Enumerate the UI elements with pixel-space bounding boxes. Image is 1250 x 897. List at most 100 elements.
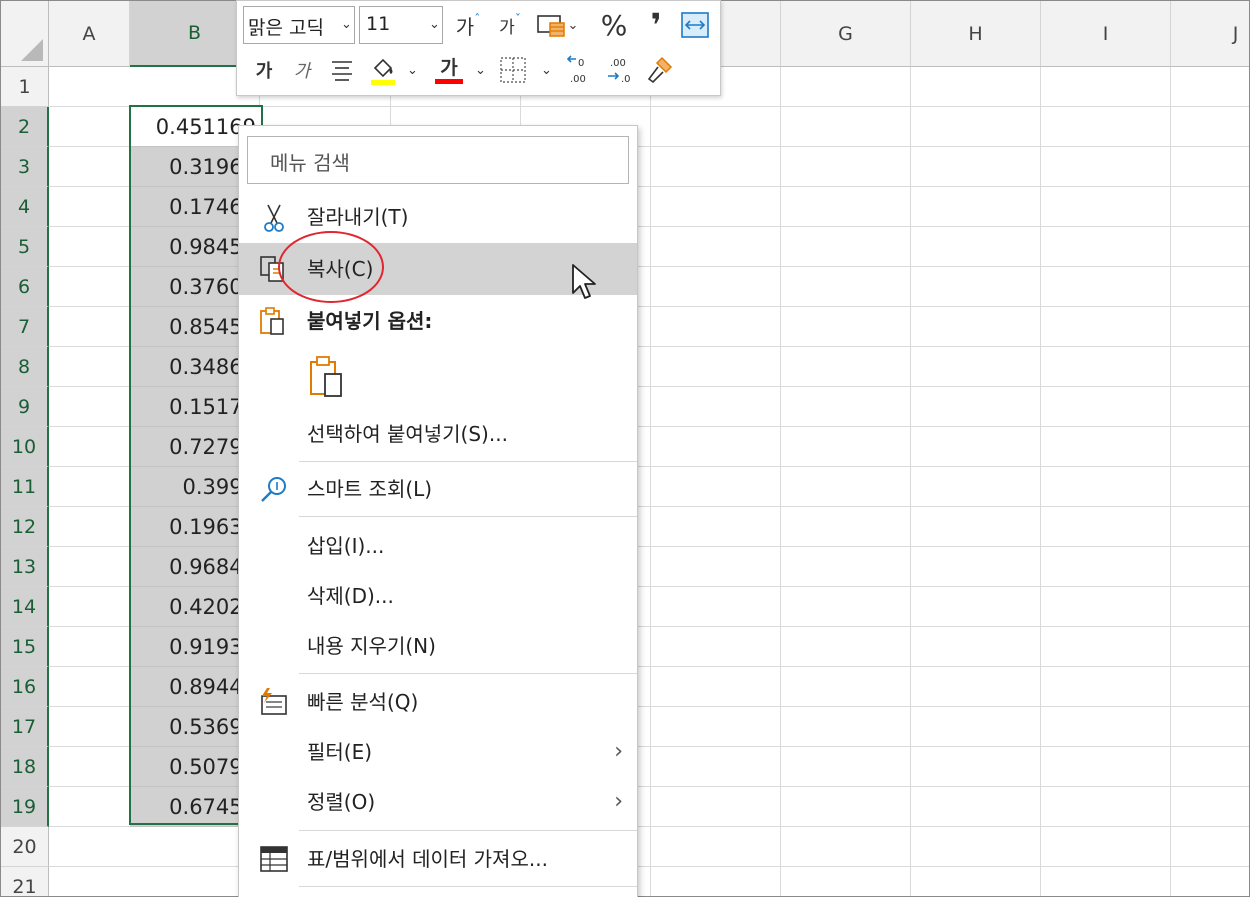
font-color-button[interactable]: 가 (431, 51, 467, 89)
row-header-3[interactable]: 3 (1, 147, 49, 187)
format-painter-icon (647, 56, 673, 84)
menu-item-cut[interactable]: 잘라내기(T) (239, 191, 637, 243)
shrink-font-button[interactable]: 가ˇ (493, 9, 527, 41)
clipboard-icon (260, 307, 284, 335)
menu-item-get-data-from-table-label: 표/범위에서 데이터 가져오... (307, 847, 548, 871)
row-header-20[interactable]: 20 (1, 827, 49, 867)
grow-font-button[interactable]: 가ˆ (451, 9, 485, 41)
column-header-j[interactable]: J (1171, 1, 1249, 67)
svg-text:.00: .00 (570, 74, 586, 85)
font-name-box[interactable]: 맑은 고딕 (243, 6, 355, 44)
menu-item-filter-label: 필터(E) (307, 740, 373, 764)
row-header-8[interactable]: 8 (1, 347, 49, 387)
fill-color-icon (371, 58, 395, 85)
menu-item-copy-label: 복사(C) (307, 257, 374, 281)
row-header-2[interactable]: 2 (1, 107, 49, 147)
menu-item-delete-label: 삭제(D)... (307, 584, 394, 608)
column-header-a[interactable]: A (49, 1, 130, 67)
italic-button[interactable]: 가 (287, 53, 317, 87)
row-header-7[interactable]: 7 (1, 307, 49, 347)
merge-center-button[interactable] (679, 9, 711, 41)
fill-color-dropdown-icon[interactable]: ⌄ (407, 63, 418, 78)
menu-item-get-data-from-table[interactable]: 표/범위에서 데이터 가져오... (239, 833, 637, 885)
menu-search-placeholder: 메뉴 검색 (270, 151, 350, 175)
row-header-12[interactable]: 12 (1, 507, 49, 547)
font-name-dropdown-icon[interactable]: ⌄ (341, 17, 352, 32)
borders-button[interactable] (497, 53, 529, 87)
align-center-icon (332, 61, 352, 81)
font-color-dropdown-icon[interactable]: ⌄ (475, 63, 486, 78)
column-header-h[interactable]: H (911, 1, 1041, 67)
italic-icon: 가 (293, 61, 311, 82)
menu-separator (299, 516, 637, 517)
svg-text:.0: .0 (621, 74, 631, 85)
row-header-21[interactable]: 21 (1, 867, 49, 896)
bold-button[interactable]: 가 (249, 53, 279, 87)
paste-option-default[interactable] (239, 348, 637, 408)
row-header-19[interactable]: 19 (1, 787, 49, 827)
fill-color-button[interactable] (365, 51, 401, 89)
menu-item-smart-lookup[interactable]: 스마트 조회(L) (239, 463, 637, 515)
row-header-13[interactable]: 13 (1, 547, 49, 587)
menu-item-insert[interactable]: 삽입(I)... (239, 520, 637, 572)
row-header-17[interactable]: 17 (1, 707, 49, 747)
comma-icon: ❜ (650, 6, 662, 44)
row-header-4[interactable]: 4 (1, 187, 49, 227)
column-header-i[interactable]: I (1041, 1, 1171, 67)
menu-item-clear-contents[interactable]: 내용 지우기(N) (239, 620, 637, 672)
font-name-value: 맑은 고딕 (248, 17, 324, 39)
row-header-14[interactable]: 14 (1, 587, 49, 627)
menu-item-paste-special[interactable]: 선택하여 붙여넣기(S)... (239, 408, 637, 460)
select-all-corner[interactable] (1, 1, 49, 67)
font-size-dropdown-icon[interactable]: ⌄ (429, 17, 440, 32)
accounting-format-button[interactable]: ⌄ (531, 9, 583, 41)
align-center-button[interactable] (327, 53, 357, 87)
column-header-g[interactable]: G (781, 1, 911, 67)
row-header-11[interactable]: 11 (1, 467, 49, 507)
context-menu: 메뉴 검색 잘라내기(T) 복사(C) 붙여넣기 옵션: 선택하여 붙여넣기(S… (238, 125, 638, 897)
grid-column-line (1170, 67, 1171, 896)
menu-item-sort[interactable]: 정렬(O) › (239, 776, 637, 828)
table-icon (260, 846, 288, 872)
menu-item-clear-contents-label: 내용 지우기(N) (307, 634, 436, 658)
menu-separator (299, 673, 637, 674)
menu-item-insert-label: 삽입(I)... (307, 534, 385, 558)
borders-dropdown-icon[interactable]: ⌄ (541, 63, 552, 78)
paste-icon (310, 356, 342, 397)
font-color-swatch (435, 78, 463, 84)
row-header-16[interactable]: 16 (1, 667, 49, 707)
row-header-1[interactable]: 1 (1, 67, 49, 107)
chevron-right-icon: › (614, 789, 623, 814)
chevron-right-icon: › (614, 739, 623, 764)
bold-icon: 가 (255, 61, 273, 82)
grid-column-line (1040, 67, 1041, 896)
percent-style-button[interactable]: % (597, 9, 631, 42)
menu-item-sort-label: 정렬(O) (307, 790, 376, 814)
row-header-15[interactable]: 15 (1, 627, 49, 667)
grid-column-line (780, 67, 781, 896)
format-painter-button[interactable] (643, 53, 677, 87)
row-header-10[interactable]: 10 (1, 427, 49, 467)
menu-item-delete[interactable]: 삭제(D)... (239, 570, 637, 622)
scissors-icon (264, 204, 284, 232)
menu-item-filter[interactable]: 필터(E) › (239, 726, 637, 778)
row-header-9[interactable]: 9 (1, 387, 49, 427)
font-color-icon: 가 (440, 56, 458, 79)
accounting-dropdown-icon: ⌄ (567, 17, 579, 33)
grid-column-line (650, 67, 651, 896)
row-header-5[interactable]: 5 (1, 227, 49, 267)
row-header-6[interactable]: 6 (1, 267, 49, 307)
increase-decimal-icon: 0 .00 (566, 55, 586, 85)
menu-item-quick-analysis-label: 빠른 분석(Q) (307, 690, 419, 714)
smart-lookup-icon (261, 477, 286, 502)
comma-style-button[interactable]: ❜ (639, 6, 673, 44)
menu-item-quick-analysis[interactable]: 빠른 분석(Q) (239, 676, 637, 728)
decrease-decimal-button[interactable]: .00 .0 (603, 53, 637, 87)
menu-search-input[interactable]: 메뉴 검색 (247, 136, 629, 184)
row-header-18[interactable]: 18 (1, 747, 49, 787)
grow-font-icon: 가 (455, 14, 475, 39)
menu-item-paste-special-label: 선택하여 붙여넣기(S)... (307, 422, 508, 446)
increase-decimal-button[interactable]: 0 .00 (563, 53, 597, 87)
mini-toolbar: 맑은 고딕 ⌄ 11 ⌄ 가ˆ 가ˇ ⌄ % ❜ 가 가 ⌄ 가 ⌄ ⌄ 0 .… (236, 0, 721, 96)
grid-row-line (49, 866, 1249, 867)
